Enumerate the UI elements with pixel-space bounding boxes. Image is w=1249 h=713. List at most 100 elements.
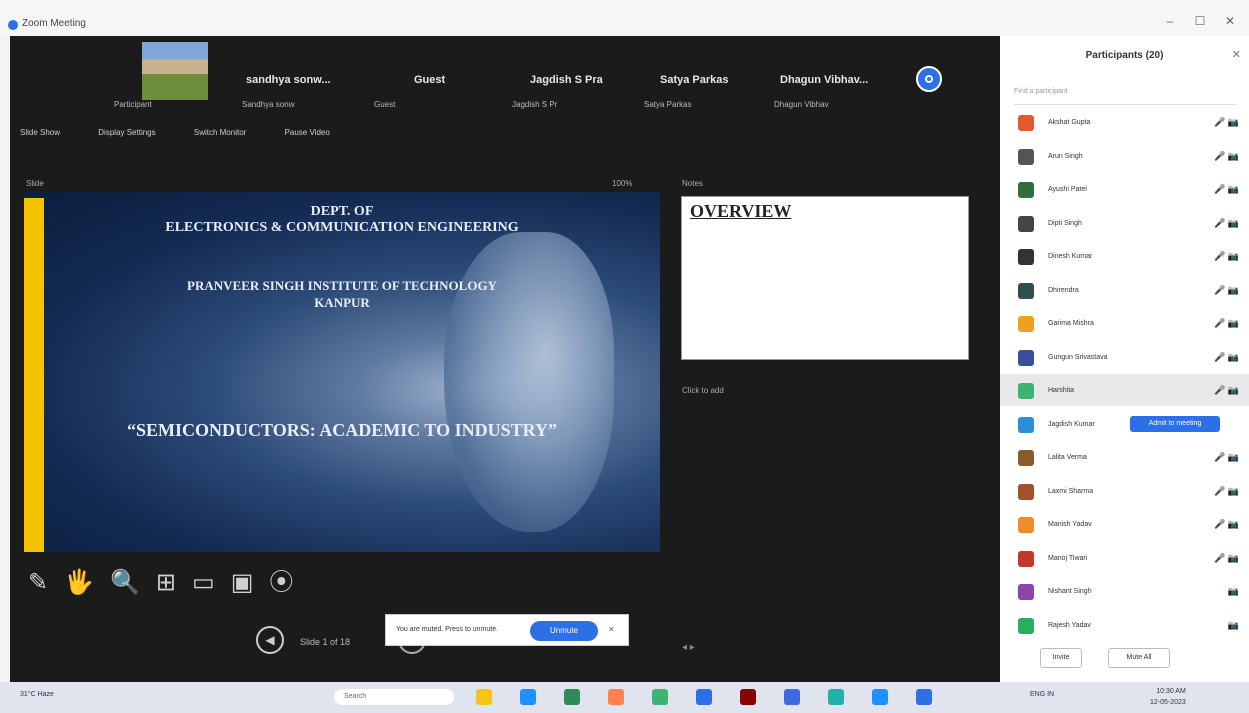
- participant-tile-name[interactable]: sandhya sonw...: [246, 74, 331, 86]
- avatar: [1018, 483, 1034, 500]
- participant-row[interactable]: Nishant Singh 📷: [1000, 575, 1249, 607]
- pause-video-button[interactable]: Pause Video: [285, 128, 330, 137]
- taskbar-app-icon[interactable]: [476, 689, 492, 705]
- mic-camera-status-icons[interactable]: 🎤 📷: [1214, 385, 1239, 396]
- clock-time: 10:30 AM: [1156, 688, 1186, 695]
- participant-tile-name[interactable]: Dhagun Vibhav...: [780, 74, 868, 86]
- participant-row[interactable]: Lalita Verma 🎤 📷: [1000, 441, 1249, 473]
- camera-icon[interactable]: ▣: [231, 569, 270, 596]
- avatar: [1018, 383, 1034, 399]
- close-panel-icon[interactable]: ✕: [1232, 48, 1241, 61]
- participant-row[interactable]: Akshat Gupta 🎤 📷: [1000, 106, 1249, 138]
- slide-headline: “SEMICONDUCTORS: ACADEMIC TO INDUSTRY”: [127, 420, 557, 440]
- avatar: [1018, 316, 1034, 332]
- system-tray-language[interactable]: ENG IN: [1030, 691, 1054, 698]
- grid-view-icon[interactable]: ⊞: [156, 569, 192, 596]
- participant-name: Dipti Singh: [1048, 219, 1082, 227]
- avatar: [1018, 249, 1034, 265]
- participant-tile-name[interactable]: Guest: [414, 74, 445, 86]
- participant-video-thumbnail[interactable]: [142, 42, 208, 100]
- participant-row[interactable]: Manoj Tiwari 🎤 📷: [1000, 542, 1249, 574]
- windows-taskbar: 31°C Haze Search ENG IN 10:30 AM 12-05-2…: [0, 682, 1249, 713]
- taskbar-app-icon[interactable]: [608, 689, 624, 705]
- invite-button[interactable]: Invite: [1040, 648, 1082, 668]
- slide-label: Slide: [26, 179, 44, 188]
- speaker-notes-box[interactable]: OVERVIEW: [681, 196, 969, 360]
- mute-all-button[interactable]: Mute All: [1108, 648, 1170, 668]
- mic-camera-status-icons[interactable]: 🎤 📷: [1214, 352, 1239, 363]
- taskbar-app-icon[interactable]: [520, 689, 536, 705]
- participant-row[interactable]: Laxmi Sharma 🎤 📷: [1000, 475, 1249, 507]
- participant-name: Jagdish Kumar: [1048, 420, 1095, 428]
- previous-slide-button[interactable]: ◀: [256, 626, 284, 654]
- switch-monitor-button[interactable]: Switch Monitor: [194, 128, 246, 137]
- slide-show-label: Slide Show: [20, 128, 61, 137]
- unmute-button[interactable]: Unmute: [530, 621, 598, 641]
- participant-row[interactable]: Garima Mishra 🎤 📷: [1000, 307, 1249, 339]
- mic-camera-status-icons[interactable]: 🎤 📷: [1214, 251, 1239, 262]
- minimize-button[interactable]: –: [1160, 14, 1180, 28]
- participants-panel: Participants (20) ✕ Find a participant A…: [1000, 36, 1249, 682]
- participant-sub-label: Sandhya sonw: [242, 100, 295, 109]
- mic-camera-status-icons[interactable]: 🎤 📷: [1214, 218, 1239, 229]
- taskbar-app-icon[interactable]: [784, 689, 800, 705]
- taskbar-clock[interactable]: 10:30 AM 12-05-2023: [1150, 686, 1186, 708]
- avatar: [1018, 617, 1034, 634]
- mic-camera-status-icons[interactable]: 🎤 📷: [1214, 519, 1239, 530]
- participant-row[interactable]: Dhirendra 🎤 📷: [1000, 274, 1249, 306]
- participant-row[interactable]: Rajesh Yadav 📷: [1000, 609, 1249, 641]
- zoom-app-icon: [8, 20, 18, 30]
- current-slide[interactable]: DEPT. OF ELECTRONICS & COMMUNICATION ENG…: [24, 192, 660, 552]
- mic-camera-status-icons[interactable]: 🎤 📷: [1214, 184, 1239, 195]
- close-notification-icon[interactable]: ✕: [608, 625, 615, 634]
- mic-camera-status-icons[interactable]: 🎤 📷: [1214, 553, 1239, 564]
- participant-tile-name[interactable]: Satya Parkas: [660, 74, 729, 86]
- participant-sub-label: Guest: [374, 100, 396, 109]
- participant-row[interactable]: Ayushi Patel 🎤 📷: [1000, 173, 1249, 205]
- participant-row[interactable]: Gungun Srivastava 🎤 📷: [1000, 341, 1249, 373]
- admit-button[interactable]: Admit to meeting: [1130, 415, 1220, 432]
- participant-name: Rajesh Yadav: [1048, 621, 1091, 629]
- participant-sub-label: Jagdish S Pr: [512, 100, 558, 109]
- taskbar-app-icon[interactable]: [828, 689, 844, 705]
- zoom-icon[interactable]: 🔍: [110, 569, 156, 596]
- taskbar-app-icon[interactable]: [652, 689, 668, 705]
- taskbar-search-box[interactable]: Search: [334, 689, 454, 705]
- taskbar-app-icon[interactable]: [696, 689, 712, 705]
- mic-camera-status-icons[interactable]: 🎤 📷: [1214, 285, 1239, 296]
- participant-name: Gungun Srivastava: [1048, 353, 1108, 361]
- close-window-button[interactable]: ✕: [1220, 14, 1240, 28]
- participant-tile-name[interactable]: Jagdish S Pra: [530, 74, 603, 86]
- options-icon[interactable]: ⦿: [269, 569, 309, 596]
- mic-camera-status-icons[interactable]: 🎤 📷: [1214, 151, 1239, 162]
- participant-row[interactable]: Harshita 🎤 📷: [1000, 374, 1249, 406]
- mic-camera-status-icons[interactable]: 🎤 📷: [1214, 318, 1239, 329]
- display-settings-button[interactable]: Display Settings: [98, 128, 155, 137]
- weather-widget[interactable]: 31°C Haze: [20, 691, 54, 698]
- participant-row[interactable]: Jagdish Kumar Admit to meeting: [1000, 408, 1249, 440]
- mic-camera-status-icons[interactable]: 📷: [1228, 586, 1239, 597]
- participant-video-strip: Participant sandhya sonw... Sandhya sonw…: [10, 36, 1000, 122]
- slide-accent-bar: [24, 198, 44, 552]
- participant-row[interactable]: Manish Yadav 🎤 📷: [1000, 508, 1249, 540]
- mic-camera-status-icons[interactable]: 🎤 📷: [1214, 117, 1239, 128]
- taskbar-app-icon[interactable]: [872, 689, 888, 705]
- slide-institute-name: PRANVEER SINGH INSTITUTE OF TECHNOLOGY: [187, 278, 497, 293]
- participant-row[interactable]: Dipti Singh 🎤 📷: [1000, 207, 1249, 239]
- zoom-level[interactable]: 100%: [612, 179, 632, 188]
- subtitles-icon[interactable]: ▭: [192, 569, 231, 596]
- taskbar-app-icon[interactable]: [916, 689, 932, 705]
- maximize-button[interactable]: ☐: [1190, 14, 1210, 28]
- participant-row[interactable]: Arun Singh 🎤 📷: [1000, 140, 1249, 172]
- taskbar-app-icon[interactable]: [740, 689, 756, 705]
- more-participants-button[interactable]: [916, 66, 942, 92]
- mic-camera-status-icons[interactable]: 🎤 📷: [1214, 452, 1239, 463]
- mic-camera-status-icons[interactable]: 📷: [1228, 620, 1239, 631]
- hand-icon[interactable]: 🖐: [64, 569, 110, 596]
- participant-search-input[interactable]: Find a participant: [1014, 88, 1236, 105]
- mic-camera-status-icons[interactable]: 🎤 📷: [1214, 486, 1239, 497]
- participant-row[interactable]: Dinesh Kumar 🎤 📷: [1000, 240, 1249, 272]
- pen-icon[interactable]: ✎: [28, 569, 64, 596]
- taskbar-app-icon[interactable]: [564, 689, 580, 705]
- slide-scroll-controls[interactable]: ◂ ▸: [682, 642, 695, 653]
